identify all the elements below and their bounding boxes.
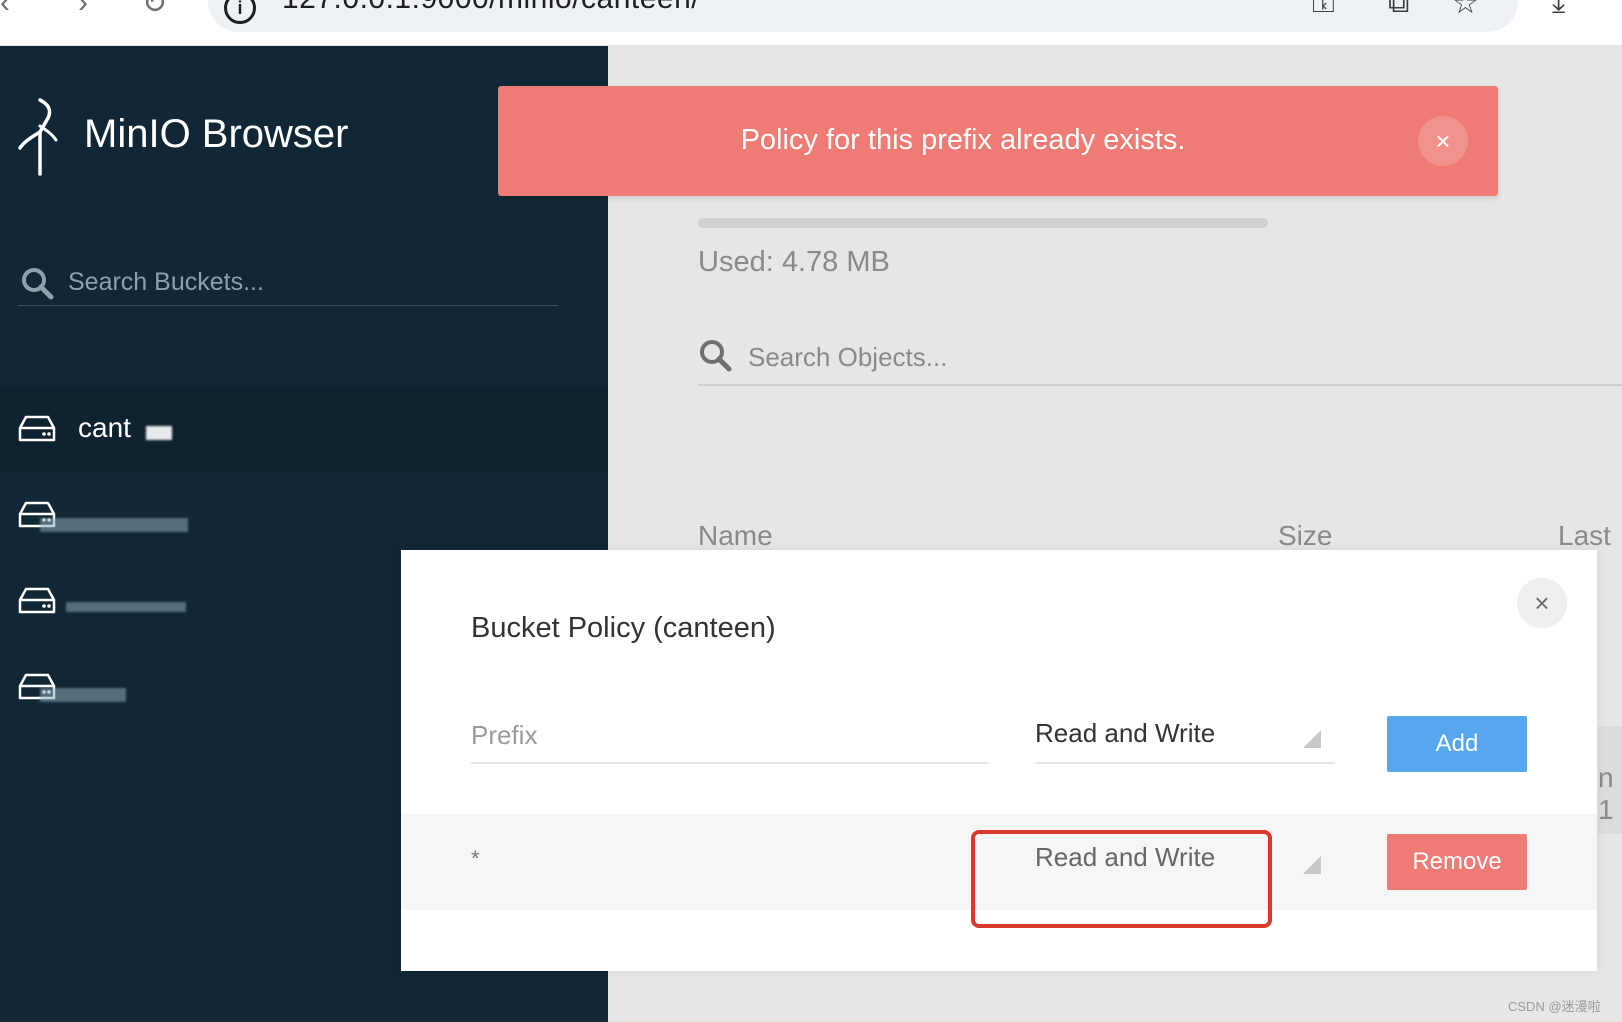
redacted-text (40, 688, 126, 702)
minio-logo-icon (18, 98, 58, 176)
search-icon (700, 340, 732, 372)
prefix-input[interactable] (471, 708, 989, 764)
bucket-item[interactable] (0, 472, 608, 558)
download-icon[interactable]: ⤓ (1552, 0, 1565, 20)
remove-policy-button[interactable]: Remove (1387, 834, 1527, 890)
policy-select-value: Read and Write (1035, 718, 1216, 748)
storage-usage-bar (698, 218, 1268, 228)
back-icon[interactable]: ‹ (0, 0, 10, 20)
close-toast-button[interactable]: × (1418, 116, 1468, 166)
toast-message: Policy for this prefix already exists. (740, 124, 1186, 156)
error-toast: Policy for this prefix already exists. × (498, 86, 1498, 196)
watermark: CSDN @迷漫啦 (1508, 999, 1601, 1014)
bookmark-star-icon[interactable]: ☆ (1452, 0, 1479, 21)
forward-icon[interactable]: › (78, 0, 88, 20)
storage-used-text: Used: 4.78 MB (698, 246, 890, 278)
search-icon (22, 268, 54, 300)
close-modal-button[interactable]: × (1517, 578, 1567, 628)
translate-icon[interactable]: ⧉ (1388, 0, 1409, 20)
browser-toolbar: ‹ › ↻ i 127.0.0.1:9000/minio/canteen/ ⚿ … (0, 0, 1622, 46)
search-objects-field[interactable]: Search Objects... (698, 328, 1622, 386)
bucket-name: cant (78, 412, 131, 443)
drive-icon (18, 587, 56, 614)
search-buckets-field[interactable]: Search Buckets... (18, 258, 558, 306)
search-buckets-placeholder: Search Buckets... (68, 268, 264, 296)
object-row-text: n 1 (1598, 762, 1614, 825)
address-url[interactable]: 127.0.0.1:9000/minio/canteen/ (282, 0, 700, 16)
policy-select[interactable]: Read and Write (1035, 708, 1335, 764)
add-policy-button[interactable]: Add (1387, 716, 1527, 772)
bucket-item-canteen[interactable]: cant (0, 386, 608, 472)
annotation-highlight (971, 830, 1272, 928)
redacted-text (146, 426, 172, 440)
column-header-name[interactable]: Name (698, 520, 773, 552)
reload-icon[interactable]: ↻ (142, 0, 167, 21)
site-info-icon[interactable]: i (224, 0, 256, 24)
drive-icon (18, 415, 56, 442)
app-title: MinIO Browser (84, 112, 349, 156)
redacted-text (40, 518, 188, 532)
column-header-last-modified[interactable]: Last (1558, 520, 1611, 552)
policy-prefix: * (471, 846, 480, 871)
redacted-text (66, 602, 186, 612)
search-objects-placeholder: Search Objects... (748, 342, 948, 372)
column-header-size[interactable]: Size (1278, 520, 1332, 552)
modal-title: Bucket Policy (canteen) (471, 612, 776, 644)
dropdown-caret-icon (1303, 730, 1321, 748)
dropdown-caret-icon (1303, 856, 1321, 874)
key-icon[interactable]: ⚿ (1312, 0, 1335, 20)
